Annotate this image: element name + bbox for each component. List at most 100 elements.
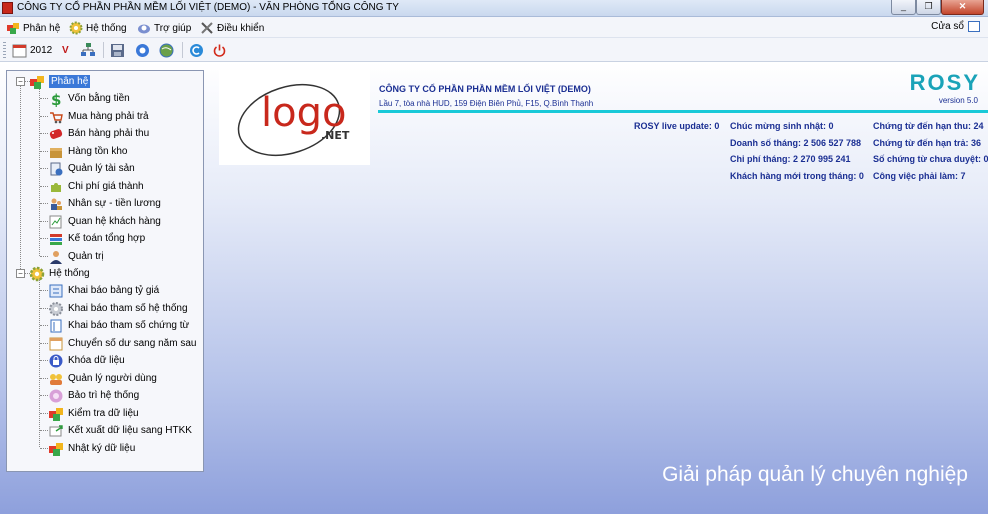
tree-group-he-thong[interactable]: Hệ thống [29,265,90,282]
asset-icon [48,161,64,177]
stat-live-update[interactable]: ROSY live update: 0 [634,121,719,131]
stat-birthdays[interactable]: Chúc mừng sinh nhật: 0 [730,121,834,131]
lock-icon [48,353,64,369]
save-icon [110,43,125,58]
close-button[interactable]: ✕ [941,0,984,15]
menu-bar: Phân hệ Hệ thống Trợ giúp Điều khiển Cửa… [0,17,988,38]
slogan: Giải pháp quản lý chuyên nghiệp [662,463,968,486]
stat-monthly-cost[interactable]: Chi phí tháng: 2 270 995 241 [730,154,851,164]
tree-item-mua-hang-phai-tra[interactable]: Mua hàng phải trả [48,108,149,125]
tree-item-quan-ly-nguoi-dung[interactable]: Quản lý người dùng [48,370,157,387]
dollar-icon: $ [48,91,64,109]
globe-button[interactable] [159,42,174,58]
expander-he-thong[interactable]: − [16,269,25,278]
tree-item-von-bang-tien[interactable]: $ Vốn bằng tiền [48,90,130,109]
stat-receivable-due[interactable]: Chứng từ đến hạn thu: 24 [873,121,984,131]
tree-item-quan-ly-tai-san[interactable]: Quản lý tài sản [48,160,135,177]
chart-pencil-icon [48,214,64,230]
refresh-icon [135,43,150,58]
cart-icon [48,109,64,125]
tree-item-label: Quản lý tài sản [68,163,135,174]
tree-item-chi-phi-gia-thanh[interactable]: Chi phí giá thành [48,178,144,195]
brand-version: version 5.0 [938,96,978,105]
tree-item-khai-bao-tham-so-he-thong[interactable]: Khai báo tham số hệ thống [48,300,188,317]
minimize-button[interactable]: _ [891,0,916,15]
v-button[interactable]: V [62,42,69,58]
globe-icon [159,43,174,58]
tree-item-label: Chuyển số dư sang năm sau [68,338,197,349]
brand-name: ROSY [909,70,980,95]
tree-item-ket-xuat-htkk[interactable]: Kết xuất dữ liệu sang HTKK [48,422,192,439]
menu-label: Trợ giúp [154,22,192,34]
tree-item-label: Mua hàng phải trả [68,111,149,122]
menu-phan-he[interactable]: Phân hệ [6,20,60,36]
power-button[interactable] [212,42,227,58]
tree-item-khai-bao-tham-so-chung-tu[interactable]: Khai báo tham số chứng từ [48,317,189,334]
network-button[interactable] [80,42,96,58]
app-icon [2,2,13,14]
logo-net-text: .NET [321,129,350,142]
refresh-button[interactable] [135,42,150,58]
tree-item-ban-hang-phai-thu[interactable]: Bán hàng phải thu [48,125,149,142]
tree-item-label: Quản trị [68,251,104,262]
year-selector[interactable]: 2012 [12,42,52,58]
menu-dieu-khien[interactable]: Điều khiển [200,20,264,36]
check-cubes-icon [48,406,64,422]
admin-icon [48,249,64,265]
tree-item-quan-he-khach-hang[interactable]: Quan hệ khách hàng [48,213,161,230]
stat-todo[interactable]: Công việc phải làm: 7 [873,171,966,181]
tree-item-hang-ton-kho[interactable]: Hàng tồn kho [48,143,128,160]
stat-monthly-sales[interactable]: Doanh số tháng: 2 506 527 788 [730,138,861,148]
settings-icon [48,301,64,317]
tree-item-label: Vốn bằng tiền [68,93,130,104]
toolbar: 2012 V [0,38,988,62]
users-icon [48,371,64,387]
calendar-icon [12,43,27,58]
stat-payable-due[interactable]: Chứng từ đến hạn trả: 36 [873,138,981,148]
company-address: Lầu 7, tòa nhà HUD, 159 Điện Biên Phủ, F… [379,99,594,108]
menu-tro-giup[interactable]: Trợ giúp [137,20,191,36]
heart-cubes-icon [29,74,45,90]
tree-item-nhat-ky-du-lieu[interactable]: Nhật ký dữ liệu [48,440,135,457]
menu-he-thong[interactable]: Hệ thống [69,20,127,36]
calendar-move-icon [48,336,64,352]
maintenance-icon [48,388,64,404]
main-area: − Phân hệ $ Vốn bằng tiền Mua hàng phải … [0,62,988,514]
exchange-icon [48,283,64,299]
tree-group-label: Hệ thống [49,268,90,279]
power-icon [212,43,227,58]
expander-phan-he[interactable]: − [16,77,25,86]
stat-unapproved[interactable]: Số chứng từ chưa duyệt: 0 [873,154,988,164]
windows-label: Cửa sổ [931,21,964,32]
tree-item-label: Khai báo bảng tỷ giá [68,285,160,296]
document-icon [48,318,64,334]
tree-item-label: Khai báo tham số hệ thống [68,303,188,314]
log-cubes-icon [48,441,64,457]
tree-item-bao-tri-he-thong[interactable]: Bảo trì hệ thống [48,387,139,404]
tree-item-ke-toan-tong-hop[interactable]: Kế toán tổng hợp [48,230,145,247]
tree-item-label: Bán hàng phải thu [68,128,150,139]
gear-icon [29,266,45,282]
tree-item-khoa-du-lieu[interactable]: Khóa dữ liệu [48,352,125,369]
header-divider [378,110,988,113]
network-icon [80,42,96,58]
tree-item-chuyen-so-du[interactable]: Chuyển số dư sang năm sau [48,335,196,352]
back-button[interactable] [189,42,204,58]
company-logo: logo .NET [219,70,370,165]
tree-item-quan-tri[interactable]: Quản trị [48,248,104,265]
tree-item-label: Quản lý người dùng [68,373,157,384]
stat-new-customers[interactable]: Khách hàng mới trong tháng: 0 [730,171,864,181]
save-button[interactable] [110,42,125,58]
tree-item-kiem-tra-du-lieu[interactable]: Kiểm tra dữ liệu [48,405,139,422]
tree-item-label: Kết xuất dữ liệu sang HTKK [68,425,192,436]
tree-item-label: Khóa dữ liệu [68,355,125,366]
tree-item-khai-bao-bang-ty-gia[interactable]: Khai báo bảng tỷ giá [48,282,159,299]
toolbar-grip[interactable] [3,42,6,58]
tools-icon [200,21,214,35]
company-name: CÔNG TY CỔ PHẦN PHẦN MỀM LỐI VIỆT (DEMO) [379,84,591,94]
restore-button[interactable]: ❐ [916,0,941,15]
menu-windows[interactable]: Cửa sổ [931,21,980,32]
tree-item-nhan-su-tien-luong[interactable]: Nhân sự - tiền lương [48,195,161,212]
module-tree: − Phân hệ $ Vốn bằng tiền Mua hàng phải … [6,70,204,472]
tree-group-phan-he[interactable]: Phân hệ [29,73,91,90]
